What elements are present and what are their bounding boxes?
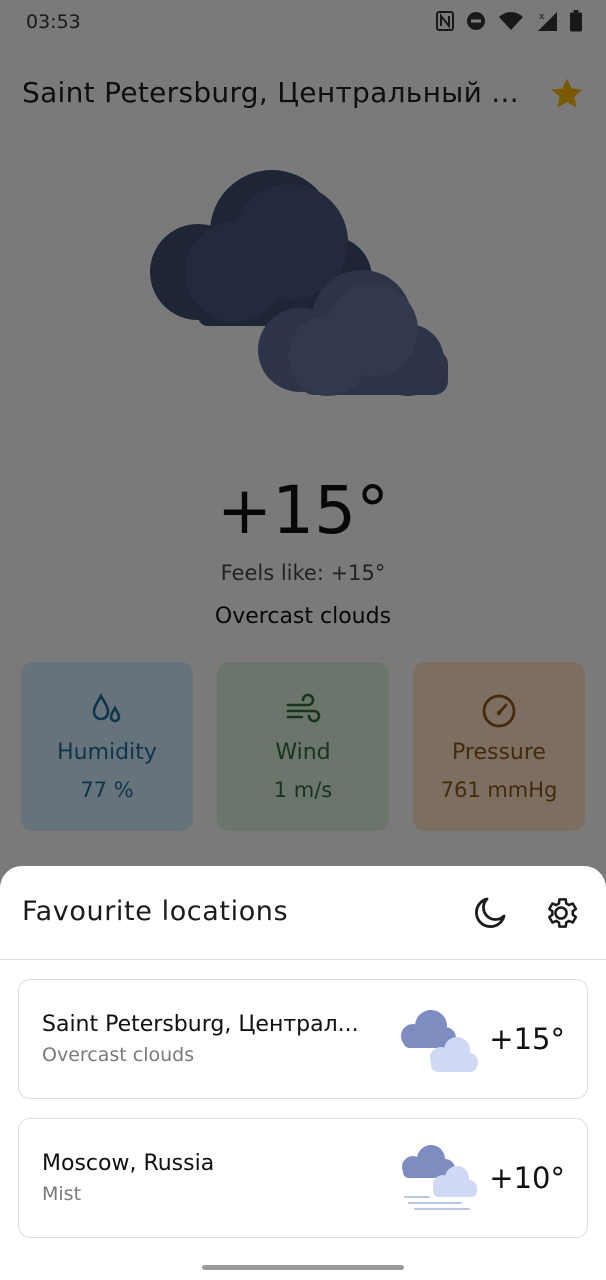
sheet-divider — [0, 959, 606, 960]
location-name: Moscow, Russia — [42, 1151, 215, 1176]
favourite-location-item[interactable]: Moscow, Russia Mist +10° — [18, 1118, 588, 1238]
mist-icon — [399, 1145, 479, 1215]
favourite-location-item[interactable]: Saint Petersburg, Централ... Overcast cl… — [18, 979, 588, 1099]
location-temperature: +15° — [489, 1022, 565, 1056]
location-description: Overcast clouds — [42, 1044, 195, 1066]
overcast-clouds-icon — [399, 1006, 479, 1076]
home-indicator[interactable] — [202, 1265, 404, 1270]
moon-icon[interactable] — [468, 891, 512, 935]
location-description: Mist — [42, 1183, 82, 1205]
location-name: Saint Petersburg, Централ... — [42, 1012, 359, 1037]
location-temperature: +10° — [489, 1161, 565, 1195]
sheet-title: Favourite locations — [22, 896, 289, 927]
gear-icon[interactable] — [539, 891, 583, 935]
